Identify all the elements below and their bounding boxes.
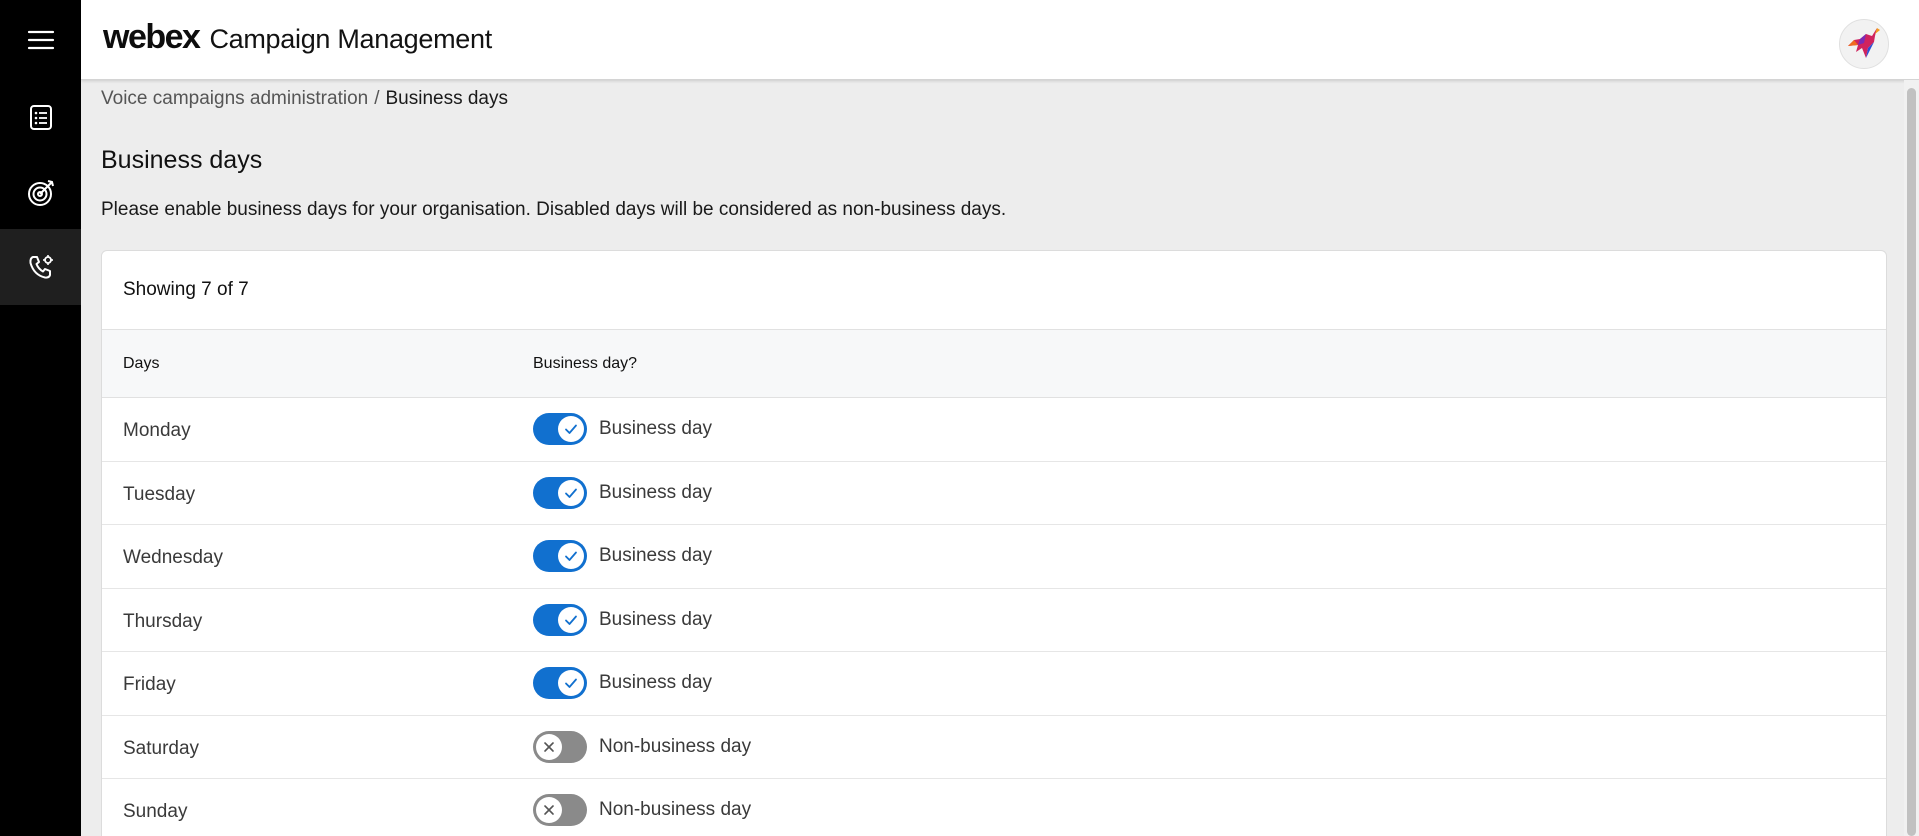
toggle-knob: [536, 733, 562, 760]
day-name: Saturday: [123, 737, 200, 759]
business-day-toggle[interactable]: [533, 413, 587, 446]
check-icon: [565, 678, 577, 689]
phone-settings-icon: [28, 255, 53, 279]
breadcrumb-parent-link[interactable]: Voice campaigns administration: [101, 88, 368, 109]
table-row: Monday Business day: [102, 398, 1886, 462]
close-icon: [544, 741, 554, 752]
business-day-toggle[interactable]: [533, 667, 587, 700]
brand[interactable]: webex Campaign Management: [103, 18, 492, 57]
business-day-label: Non-business day: [599, 735, 752, 757]
business-day-toggle-group: Business day: [533, 603, 1886, 636]
column-header-days: Days: [123, 354, 160, 372]
business-day-toggle[interactable]: [533, 476, 587, 509]
day-name: Wednesday: [123, 547, 223, 569]
column-header-business-day: Business day?: [533, 354, 638, 372]
day-name: Sunday: [123, 801, 188, 823]
breadcrumb-current: Business days: [385, 88, 508, 109]
business-day-toggle[interactable]: [533, 603, 587, 636]
toggle-knob: [558, 670, 584, 697]
business-days-table-card: Showing 7 of 7 Days Business day? Monday…: [101, 250, 1887, 836]
business-day-cell: Business day: [533, 603, 1886, 636]
close-icon: [544, 805, 554, 816]
toggle-knob: [558, 543, 584, 570]
check-icon: [565, 615, 577, 625]
toggle-knob: [536, 797, 562, 824]
table-summary: Showing 7 of 7: [102, 251, 1886, 330]
table-header: Days Business day?: [102, 330, 1886, 398]
table-row: Tuesday Business day: [102, 462, 1886, 525]
table-row: Sunday Non-business day: [102, 779, 1886, 836]
target-icon: [27, 180, 54, 206]
business-day-toggle[interactable]: [533, 794, 587, 827]
page-title: Business days: [101, 146, 263, 174]
business-day-label: Business day: [599, 418, 713, 440]
sidebar-item-voice-administration[interactable]: [0, 229, 81, 305]
toggle-knob: [558, 479, 584, 506]
hamburger-menu-button[interactable]: [0, 2, 81, 78]
table-row: Friday Business day: [102, 652, 1886, 716]
toggle-knob: [558, 606, 584, 633]
business-day-cell: Business day: [533, 540, 1886, 573]
webex-logo: webex: [103, 18, 201, 56]
sidebar-item-campaigns-list[interactable]: [0, 79, 81, 155]
app-title: Campaign Management: [209, 24, 492, 54]
app-header: webex Campaign Management: [81, 0, 1919, 80]
sidebar: [0, 0, 81, 836]
business-day-cell: Business day: [533, 476, 1886, 509]
check-icon: [565, 424, 577, 435]
page-description: Please enable business days for your org…: [101, 199, 1007, 220]
business-day-toggle-group: Business day: [533, 540, 1886, 573]
business-day-toggle-group: Business day: [533, 476, 1886, 509]
day-name: Friday: [123, 674, 176, 696]
day-name: Monday: [123, 420, 191, 442]
breadcrumb-separator: /: [374, 88, 380, 109]
day-name: Thursday: [123, 610, 203, 632]
table-row: Saturday Non-business day: [102, 716, 1886, 779]
business-day-toggle[interactable]: [533, 730, 587, 763]
list-document-icon: [29, 105, 52, 130]
business-day-cell: Business day: [533, 667, 1886, 700]
hamburger-menu-icon: [27, 30, 54, 50]
business-day-toggle-group: Non-business day: [533, 730, 1886, 763]
business-day-toggle[interactable]: [533, 540, 587, 573]
table-row: Thursday Business day: [102, 589, 1886, 652]
business-day-label: Non-business day: [599, 799, 752, 821]
business-day-label: Business day: [599, 545, 713, 567]
table-body: Monday Business day Tuesday Business day Wed…: [102, 398, 1886, 836]
day-name: Tuesday: [123, 483, 196, 505]
business-day-label: Business day: [599, 672, 713, 694]
check-icon: [565, 488, 577, 498]
sidebar-item-campaign-targets[interactable]: [0, 155, 81, 231]
user-avatar[interactable]: [1839, 19, 1889, 69]
scrollbar-thumb[interactable]: [1907, 88, 1916, 836]
business-day-cell: Business day: [533, 413, 1886, 446]
business-day-toggle-group: Business day: [533, 413, 1886, 446]
bird-avatar-icon: [1848, 28, 1880, 58]
business-day-cell: Non-business day: [533, 794, 1886, 827]
table-row: Wednesday Business day: [102, 525, 1886, 589]
business-day-label: Business day: [599, 481, 713, 503]
check-icon: [565, 551, 577, 562]
business-day-label: Business day: [599, 608, 713, 630]
breadcrumb: Voice campaigns administration / Business …: [101, 88, 508, 110]
toggle-knob: [558, 416, 584, 443]
business-day-toggle-group: Business day: [533, 667, 1886, 700]
business-day-cell: Non-business day: [533, 730, 1886, 763]
business-day-toggle-group: Non-business day: [533, 794, 1886, 827]
